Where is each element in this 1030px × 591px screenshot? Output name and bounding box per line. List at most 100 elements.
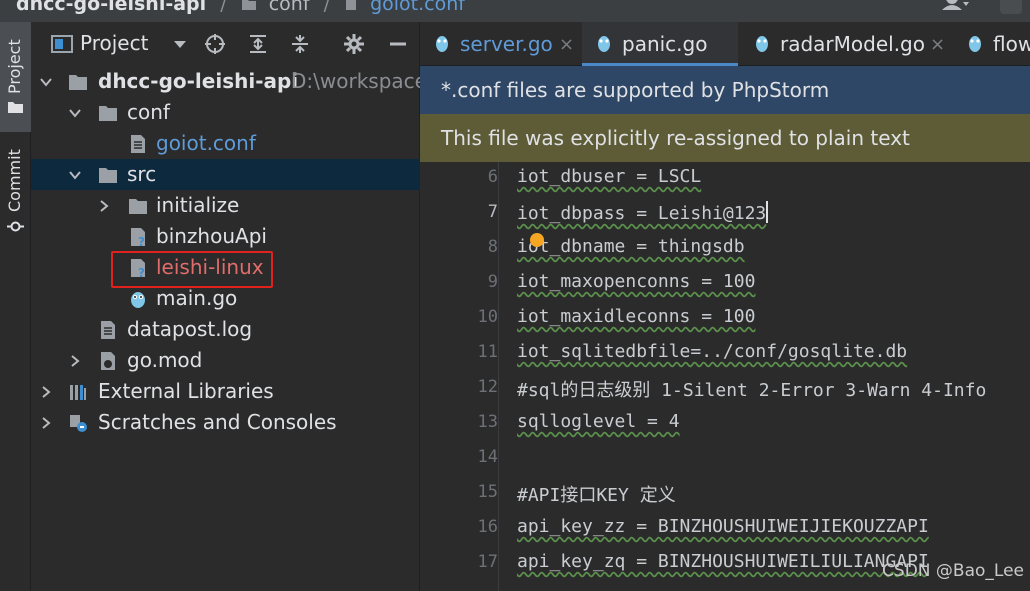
line-number: 13 xyxy=(477,412,498,432)
folder-icon xyxy=(129,199,147,214)
tree-item-scratches[interactable]: Scratches and Consoles xyxy=(31,407,420,438)
project-pane-title[interactable]: Project xyxy=(80,31,148,55)
tree-item-datapost-log[interactable]: datapost.log xyxy=(31,314,420,345)
code-line[interactable]: iot_sqlitedbfile=../conf/gosqlite.db xyxy=(517,341,907,362)
tree-item-external-libraries[interactable]: External Libraries xyxy=(31,376,420,407)
plugin-suggestion-banner[interactable]: *.conf files are supported by PhpStorm xyxy=(420,66,1030,114)
gutter-divider xyxy=(498,162,499,591)
line-number: 14 xyxy=(477,447,498,467)
tab-label: radarModel.go xyxy=(780,32,925,56)
line-number: 12 xyxy=(477,377,498,397)
tree-item-label: initialize xyxy=(156,193,240,217)
code-line[interactable]: #API接口KEY 定义 xyxy=(517,481,676,507)
text-file-icon xyxy=(101,321,115,339)
chevron-down-icon[interactable] xyxy=(39,75,53,89)
code-line-text: iot_dbpass = Leishi@123 xyxy=(517,203,767,224)
breadcrumb-project[interactable]: dhcc-go-leishi-api xyxy=(16,0,206,15)
code-line[interactable]: iot_dbpass = Leishi@123 xyxy=(517,201,769,224)
go-gopher-icon xyxy=(756,36,768,52)
tree-item-label: main.go xyxy=(156,286,238,310)
code-line[interactable]: iot_maxidleconns = 100 xyxy=(517,306,755,327)
close-icon[interactable]: × xyxy=(559,34,574,55)
folder-icon xyxy=(241,0,256,10)
tree-item-label: goiot.conf xyxy=(156,131,256,155)
tree-item-label: datapost.log xyxy=(127,317,253,341)
project-view-icon xyxy=(51,35,73,53)
library-icon xyxy=(70,385,86,400)
tab-panic-go[interactable]: panic.go xyxy=(582,22,738,66)
text-file-icon xyxy=(131,135,145,153)
watermark: CSDN @Bao_Lee xyxy=(882,561,1024,581)
line-number: 9 xyxy=(487,272,498,292)
collapse-all-icon[interactable] xyxy=(289,33,311,55)
commit-tool-label: Commit xyxy=(5,149,24,212)
file-type-banner[interactable]: This file was explicitly re-assigned to … xyxy=(420,114,1030,162)
tree-item-label: Scratches and Consoles xyxy=(98,410,337,434)
tab-label: server.go xyxy=(460,32,553,56)
project-pane: Project dhcc-go-leishi-api D:\workspace … xyxy=(31,22,427,591)
chevron-right-icon[interactable] xyxy=(39,416,53,430)
tree-item-project-root[interactable]: dhcc-go-leishi-api D:\workspace xyxy=(31,66,427,97)
folder-icon xyxy=(99,106,117,121)
folder-icon xyxy=(8,102,23,113)
tree-item-label: External Libraries xyxy=(98,379,274,403)
code-line[interactable]: #sql的日志级别 1-Silent 2-Error 3-Warn 4-Info xyxy=(517,376,986,402)
commit-tool-button[interactable]: Commit xyxy=(0,140,31,240)
code-line[interactable]: iot_dbuser = LSCL xyxy=(517,166,701,187)
locate-icon[interactable] xyxy=(204,33,226,55)
project-pane-toolbar: Project xyxy=(31,22,420,66)
banner-text: *.conf files are supported by PhpStorm xyxy=(441,78,830,102)
tab-flow[interactable]: flow xyxy=(953,22,1030,66)
user-icon[interactable] xyxy=(942,0,970,14)
tree-item-binzhouapi[interactable]: ? binzhouApi xyxy=(31,221,420,252)
chevron-down-icon[interactable] xyxy=(68,168,82,182)
line-number: 17 xyxy=(477,552,498,572)
line-number: 11 xyxy=(477,342,498,362)
line-number: 16 xyxy=(477,517,498,537)
tree-item-goiot-conf[interactable]: goiot.conf xyxy=(31,128,420,159)
line-number: 6 xyxy=(487,167,498,187)
toolbar-button[interactable] xyxy=(1000,0,1022,14)
tab-radarmodel-go[interactable]: radarModel.go × xyxy=(740,22,952,66)
tree-item-go-mod[interactable]: go.mod xyxy=(31,345,420,376)
tab-server-go[interactable]: server.go × xyxy=(420,22,580,66)
lightbulb-icon[interactable] xyxy=(530,233,544,247)
tree-item-src[interactable]: src xyxy=(31,159,420,190)
line-number: 10 xyxy=(477,307,498,327)
go-gopher-icon xyxy=(436,36,448,52)
code-line[interactable]: iot_maxopenconns = 100 xyxy=(517,271,755,292)
code-line[interactable]: api_key_zz = BINZHOUSHUIWEIJIEKOUZZAPI xyxy=(517,516,929,537)
code-line[interactable]: sqlloglevel = 4 xyxy=(517,411,680,432)
code-line[interactable]: api_key_zq = BINZHOUSHUIWEILIULIANGAPI xyxy=(517,551,929,572)
breadcrumb-separator: / xyxy=(323,0,330,15)
code-line[interactable]: iot_dbname = thingsdb xyxy=(517,236,745,257)
chevron-right-icon[interactable] xyxy=(39,385,53,399)
tree-item-label: conf xyxy=(127,100,170,124)
tree-item-label: src xyxy=(127,162,157,186)
tool-window-strip: Project Commit xyxy=(0,22,31,591)
gear-icon[interactable] xyxy=(343,33,365,55)
tree-item-conf[interactable]: conf xyxy=(31,97,420,128)
commit-icon xyxy=(7,221,24,232)
breadcrumb-dir[interactable]: conf xyxy=(269,0,310,15)
chevron-down-icon[interactable] xyxy=(68,106,82,120)
code-editor[interactable]: 6 7 8 9 10 11 12 13 14 15 16 17 iot_dbus… xyxy=(420,162,1030,591)
hide-icon[interactable] xyxy=(387,33,409,55)
file-icon xyxy=(346,0,357,10)
text-caret xyxy=(766,201,769,223)
editor-tabs: server.go × panic.go radarModel.go × flo… xyxy=(420,22,1030,66)
line-number: 8 xyxy=(487,237,498,257)
line-number-gutter: 6 7 8 9 10 11 12 13 14 15 16 17 xyxy=(420,162,498,591)
chevron-right-icon[interactable] xyxy=(68,354,82,368)
breadcrumb-file[interactable]: goiot.conf xyxy=(370,0,465,15)
close-icon[interactable]: × xyxy=(930,34,945,55)
chevron-down-icon[interactable] xyxy=(169,33,191,55)
tab-label: flow xyxy=(993,32,1030,56)
expand-all-icon[interactable] xyxy=(247,33,269,55)
chevron-right-icon[interactable] xyxy=(97,199,111,213)
project-tool-button[interactable]: Project xyxy=(0,22,31,132)
tree-item-initialize[interactable]: initialize xyxy=(31,190,420,221)
folder-icon xyxy=(99,168,117,183)
go-gopher-icon xyxy=(598,36,610,52)
tab-label: panic.go xyxy=(622,32,708,56)
